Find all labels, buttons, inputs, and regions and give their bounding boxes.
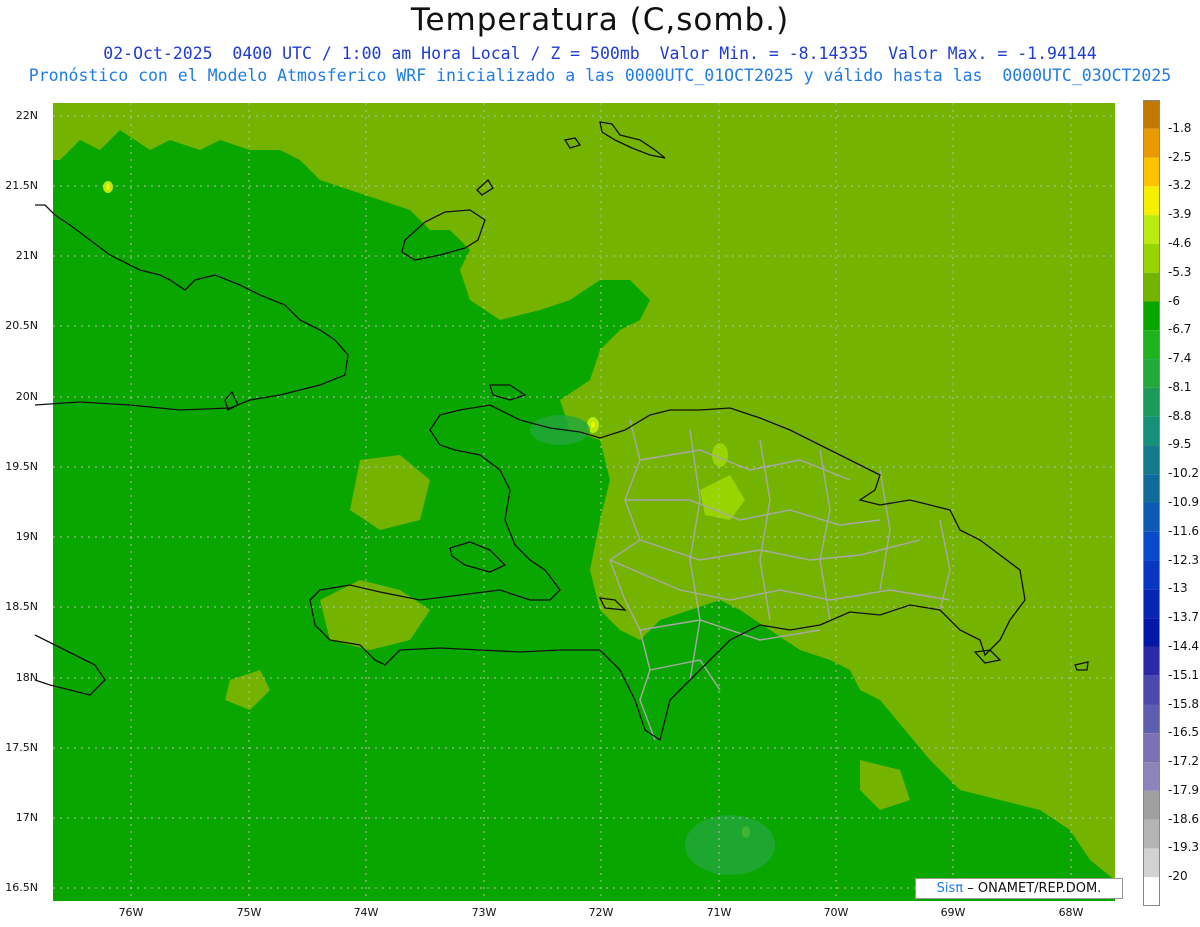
legend-swatch [1143, 762, 1160, 791]
legend-swatch [1143, 243, 1160, 273]
legend-label: -14.4 [1168, 638, 1200, 653]
legend-swatch [1143, 416, 1160, 446]
legend-label: -3.2 [1168, 178, 1192, 193]
lat-label: 22N [15, 109, 38, 122]
legend-swatch [1143, 445, 1160, 475]
legend-label: -4.6 [1168, 235, 1192, 250]
legend-swatch [1143, 330, 1160, 360]
legend-label: -10.9 [1168, 495, 1200, 509]
legend-label: -3.9 [1168, 207, 1192, 222]
legend-label: -1.8 [1168, 120, 1192, 135]
legend-label: -2.5 [1168, 149, 1192, 164]
legend-swatch [1143, 215, 1160, 244]
legend-label: -18.6 [1168, 811, 1200, 826]
legend-swatch [1143, 560, 1160, 590]
legend-label: -12.3 [1168, 552, 1200, 567]
legend-label: -5.3 [1168, 264, 1192, 279]
lat-label: 18N [15, 671, 38, 684]
legend-label: -17.2 [1168, 754, 1200, 769]
legend-label: -15.8 [1168, 696, 1200, 711]
credit-text: – ONAMET/REP.DOM. [967, 881, 1102, 896]
legend-label: -15.1 [1168, 667, 1200, 682]
lon-label: 72W [588, 906, 614, 919]
legend-label: -8.1 [1168, 379, 1192, 394]
legend-swatch [1143, 387, 1160, 417]
legend-swatch [1143, 186, 1160, 216]
legend-label: -6 [1168, 293, 1180, 308]
lat-label: 17N [15, 811, 38, 824]
legend-swatch [1143, 531, 1160, 561]
lon-label: 70W [823, 906, 849, 919]
lon-label: 68W [1058, 906, 1084, 919]
legend-label: -16.5 [1168, 725, 1200, 740]
legend-label: -10.2 [1168, 466, 1200, 481]
lat-label: 18.5N [5, 600, 38, 613]
legend-label: -9.5 [1168, 437, 1192, 452]
legend-swatch [1143, 503, 1160, 532]
legend-swatch [1143, 646, 1160, 676]
legend-label: -13.7 [1168, 610, 1200, 625]
legend-swatch [1143, 848, 1160, 878]
lat-label: 21N [15, 249, 38, 262]
legend-swatch [1143, 272, 1160, 302]
lat-label: 20.5N [5, 319, 38, 332]
sispi-logo: Sisπ [936, 881, 964, 896]
legend-swatch [1143, 704, 1160, 734]
legend-swatch [1143, 589, 1160, 619]
lat-label: 19.5N [5, 460, 38, 473]
legend-swatch [1143, 877, 1160, 906]
lon-label: 75W [236, 906, 262, 919]
lat-label: 16.5N [5, 881, 38, 894]
legend-swatch [1143, 819, 1160, 849]
legend-swatch [1143, 474, 1160, 503]
legend-label: -17.9 [1168, 782, 1200, 797]
legend-swatch [1143, 733, 1160, 763]
legend-swatch [1143, 301, 1160, 331]
legend-label: -20 [1168, 869, 1188, 884]
lon-label: 74W [353, 906, 379, 919]
legend-label: -13 [1168, 581, 1188, 596]
legend-swatch [1143, 675, 1160, 705]
lon-label: 71W [706, 906, 732, 919]
lon-label: 76W [118, 906, 144, 919]
lat-label: 21.5N [5, 179, 38, 192]
legend-label: -19.3 [1168, 840, 1200, 855]
legend-label: -6.7 [1168, 322, 1192, 337]
color-legend [1143, 100, 1160, 906]
legend-swatch [1143, 618, 1160, 647]
legend-label: -11.6 [1168, 523, 1200, 538]
legend-label: -7.4 [1168, 351, 1192, 366]
legend-swatch [1143, 790, 1160, 820]
legend-label: -8.8 [1168, 408, 1192, 423]
legend-swatch [1143, 157, 1160, 187]
lon-label: 69W [940, 906, 966, 919]
lat-label: 20N [15, 390, 38, 403]
credit-box: Sisπ – ONAMET/REP.DOM. [915, 878, 1123, 899]
legend-swatch [1143, 100, 1160, 129]
map-plot [34, 103, 1115, 901]
lat-label: 19N [15, 530, 38, 543]
legend-swatch [1143, 128, 1160, 158]
legend-swatch [1143, 359, 1160, 388]
lon-label: 73W [471, 906, 497, 919]
lat-label: 17.5N [5, 741, 38, 754]
